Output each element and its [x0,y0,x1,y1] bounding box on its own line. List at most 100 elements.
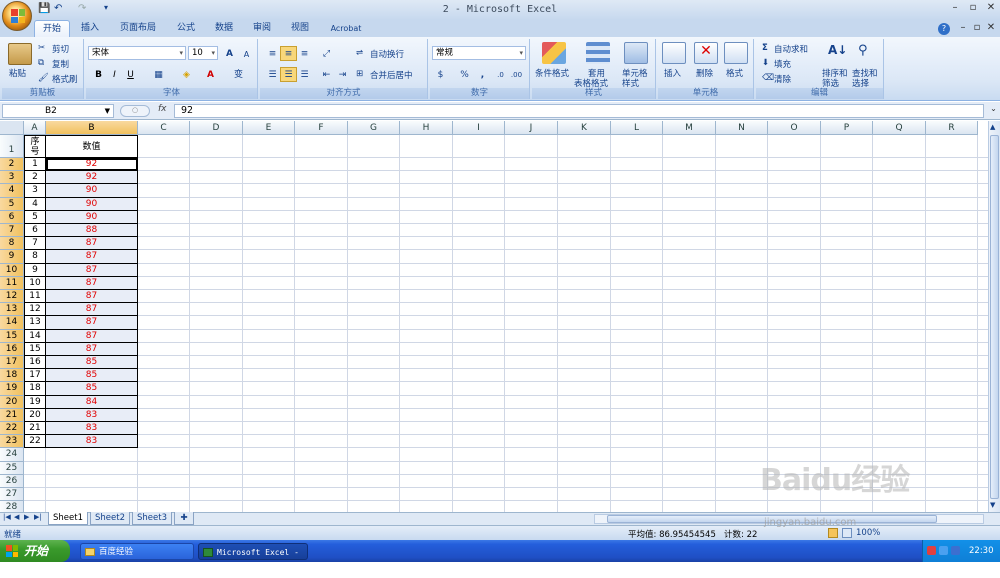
row-header-3[interactable]: 3 [0,171,24,185]
fill-icon[interactable]: ⬇ [762,58,769,68]
wrap-text-button[interactable]: 自动换行 [370,48,404,60]
align-bottom-icon[interactable]: ≡ [296,46,313,61]
index-cell[interactable]: 4 [24,197,46,211]
row-header-26[interactable]: 26 [0,474,24,488]
paste-icon[interactable] [8,43,32,65]
row-header-28[interactable]: 28 [0,501,24,512]
close-icon[interactable]: ✕ [982,2,1000,16]
volume-icon[interactable] [951,546,960,555]
insert-cells-icon[interactable] [662,42,686,64]
font-size-combo[interactable]: 10 ▾ [188,46,218,60]
format-painter-button[interactable]: 格式刷 [52,73,78,85]
index-cell[interactable]: 10 [24,276,46,290]
conditional-format-icon[interactable] [542,42,566,64]
row-header-16[interactable]: 16 [0,342,24,356]
align-left-icon[interactable]: ☰ [264,67,281,82]
tab-review[interactable]: 审阅 [244,20,280,37]
index-cell[interactable]: 20 [24,408,46,422]
font-name-combo[interactable]: 宋体 ▾ [88,46,186,60]
paste-button[interactable]: 粘贴 [9,67,26,79]
comma-button[interactable]: , [474,67,491,82]
column-header-q[interactable]: Q [873,121,926,135]
index-cell[interactable]: 18 [24,382,46,396]
scroll-up-icon[interactable]: ▲ [990,123,995,131]
value-cell[interactable]: 88 [46,224,138,238]
index-cell[interactable]: 11 [24,290,46,304]
value-cell[interactable]: 85 [46,356,138,370]
select-all-corner[interactable] [0,121,24,135]
row-header-27[interactable]: 27 [0,488,24,502]
align-right-icon[interactable]: ☰ [296,67,313,82]
tab-data[interactable]: 数据 [206,20,242,37]
value-cell[interactable]: 87 [46,250,138,264]
column-header-h[interactable]: H [400,121,453,135]
fill-color-icon[interactable]: ◈ [178,67,195,82]
align-center-icon[interactable]: ☰ [280,67,297,82]
cut-button[interactable]: 剪切 [52,43,69,55]
column-header-p[interactable]: P [821,121,873,135]
decrease-indent-icon[interactable]: ⇤ [318,67,335,82]
column-header-f[interactable]: F [295,121,348,135]
row-header-8[interactable]: 8 [0,237,24,251]
zoom-level[interactable]: 100% [856,528,880,538]
row-header-20[interactable]: 20 [0,395,24,409]
tab-page-layout[interactable]: 页面布局 [110,20,166,37]
copy-button[interactable]: 复制 [52,58,69,70]
sigma-icon[interactable]: Σ [762,43,768,53]
sheet-tab-3[interactable]: Sheet3 [132,512,172,525]
tray-app-icon[interactable] [927,546,936,555]
scroll-thumb[interactable] [990,135,999,499]
column-header-m[interactable]: M [663,121,716,135]
index-cell[interactable]: 15 [24,342,46,356]
column-header-c[interactable]: C [138,121,190,135]
sheet-nav-prev-icon[interactable]: ◀ [14,513,19,521]
header-cell-value[interactable]: 数值 [46,135,138,158]
italic-button[interactable]: I [106,67,123,82]
taskbar-excel[interactable]: Microsoft Excel - 2 [198,543,308,574]
column-header-r[interactable]: R [926,121,978,135]
phonetic-button[interactable]: 变 [230,67,247,82]
row-header-9[interactable]: 9 [0,250,24,264]
column-header-k[interactable]: K [558,121,611,135]
index-cell[interactable]: 2 [24,171,46,185]
tab-home[interactable]: 开始 [34,20,70,37]
wrap-text-icon[interactable]: ⇌ [356,48,363,58]
tab-acrobat[interactable]: Acrobat [322,20,370,37]
sheet-nav-first-icon[interactable]: |◀ [3,513,11,521]
page-layout-view-icon[interactable] [842,528,852,538]
index-cell[interactable]: 3 [24,184,46,198]
office-button[interactable] [2,1,32,31]
percent-button[interactable]: % [456,67,473,82]
decrease-decimal-icon[interactable]: .00 [508,67,525,82]
row-header-14[interactable]: 14 [0,316,24,330]
column-header-i[interactable]: I [453,121,505,135]
underline-button[interactable]: U [122,67,139,82]
clear-button[interactable]: 清除 [774,73,791,85]
value-cell[interactable]: 87 [46,316,138,330]
autosum-button[interactable]: 自动求和 [774,43,808,55]
network-icon[interactable] [939,546,948,555]
index-cell[interactable]: 5 [24,210,46,224]
taskbar-folder[interactable]: 百度经验 [80,543,194,560]
font-color-button[interactable]: A [202,67,219,82]
index-cell[interactable]: 21 [24,422,46,436]
align-top-icon[interactable]: ≡ [264,46,281,61]
column-header-d[interactable]: D [190,121,243,135]
borders-icon[interactable]: ▦ [150,67,167,82]
row-header-4[interactable]: 4 [0,184,24,198]
minimize-icon[interactable]: – [946,2,964,16]
find-select-icon[interactable]: ⚲ [858,43,868,58]
tab-view[interactable]: 视图 [282,20,318,37]
row-header-23[interactable]: 23 [0,435,24,449]
row-header-1[interactable]: 1 [0,135,24,158]
ribbon-close-icon[interactable]: ✕ [982,22,1000,36]
value-cell[interactable]: 87 [46,263,138,277]
restore-icon[interactable]: ▫ [964,2,982,16]
row-header-2[interactable]: 2 [0,158,24,172]
row-header-22[interactable]: 22 [0,422,24,436]
value-cell[interactable]: 92 [46,171,138,185]
row-header-17[interactable]: 17 [0,356,24,370]
insert-function-button[interactable]: fx [158,104,172,118]
value-cell[interactable]: 85 [46,382,138,396]
value-cell[interactable]: 83 [46,435,138,449]
